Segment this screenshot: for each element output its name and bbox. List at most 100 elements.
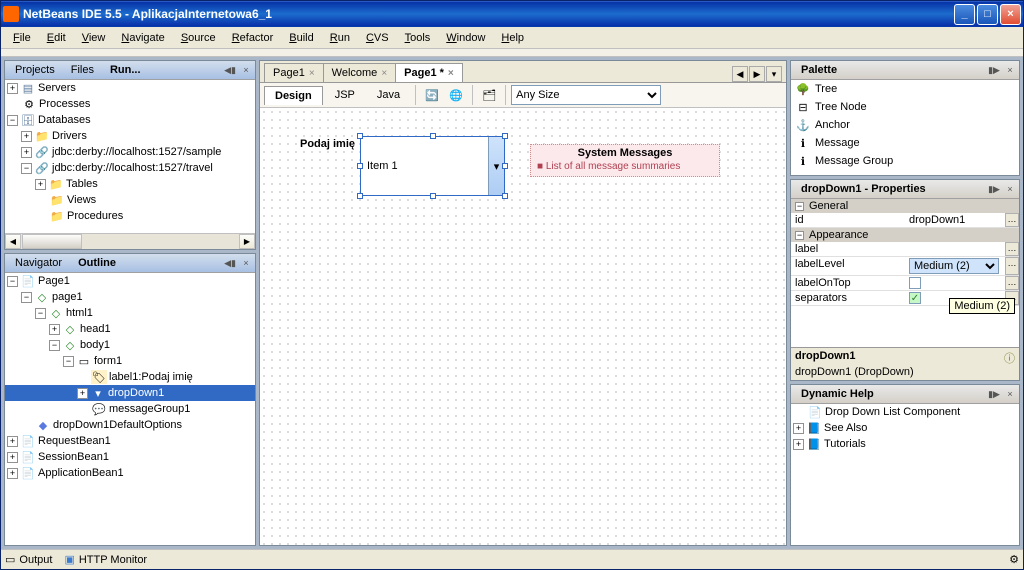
- outline-form1[interactable]: −▭form1: [5, 353, 255, 369]
- pane-dock-btn[interactable]: ▮▶: [987, 182, 1001, 196]
- tab-navigator[interactable]: Navigator: [7, 255, 70, 271]
- outline-sessionbean[interactable]: +📄SessionBean1: [5, 449, 255, 465]
- palette-list[interactable]: 🌳Tree ⊟Tree Node ⚓Anchor ℹMessage ℹMessa…: [791, 80, 1019, 175]
- resize-handle[interactable]: [430, 193, 436, 199]
- pane-dock-btn[interactable]: ▮▶: [987, 387, 1001, 401]
- resize-handle[interactable]: [357, 193, 363, 199]
- dynhelp-tree[interactable]: 📄Drop Down List Component +📘See Also +📘T…: [791, 404, 1019, 545]
- status-http-monitor[interactable]: ▣HTTP Monitor: [64, 553, 147, 566]
- menu-file[interactable]: File: [5, 30, 39, 46]
- pane-dock-btn[interactable]: ◀▮: [223, 63, 237, 77]
- props-section-appearance[interactable]: −Appearance: [791, 228, 1019, 242]
- prop-id[interactable]: id dropDown1 …: [791, 213, 1019, 228]
- tree-node-views[interactable]: 📁Views: [5, 192, 255, 208]
- preview-icon[interactable]: 🌐: [445, 84, 467, 106]
- pane-close-btn[interactable]: ×: [239, 256, 253, 270]
- labellevel-select[interactable]: Medium (2): [909, 258, 999, 274]
- canvas-label[interactable]: Podaj imię: [300, 138, 355, 150]
- refresh-icon[interactable]: 🔄: [421, 84, 443, 106]
- tab-runtime[interactable]: Run...: [102, 62, 149, 78]
- titlebar[interactable]: NetBeans IDE 5.5 - AplikacjaInternetowa6…: [1, 1, 1023, 27]
- tree-node-drivers[interactable]: +📁Drivers: [5, 128, 255, 144]
- menu-build[interactable]: Build: [281, 30, 321, 46]
- props-section-general[interactable]: −General: [791, 199, 1019, 213]
- tab-files[interactable]: Files: [63, 62, 102, 78]
- outline-tree[interactable]: −📄Page1 −◇page1 −◇html1 +◇head1 −◇body1 …: [5, 273, 255, 545]
- resize-handle[interactable]: [502, 133, 508, 139]
- subtab-jsp[interactable]: JSP: [325, 86, 365, 104]
- pane-close-btn[interactable]: ×: [1003, 182, 1017, 196]
- checkbox[interactable]: ✓: [909, 292, 921, 304]
- runtime-tree[interactable]: +▤Servers ⚙Processes −🗄Databases +📁Drive…: [5, 80, 255, 233]
- outline-dropdown1[interactable]: +▾dropDown1: [5, 385, 255, 401]
- pane-close-btn[interactable]: ×: [1003, 63, 1017, 77]
- tree-node-conn2[interactable]: −🔗jdbc:derby://localhost:1527/travel: [5, 160, 255, 176]
- menu-refactor[interactable]: Refactor: [224, 30, 282, 46]
- outline-requestbean[interactable]: +📄RequestBean1: [5, 433, 255, 449]
- resize-handle[interactable]: [357, 133, 363, 139]
- palette-treenode[interactable]: ⊟Tree Node: [791, 98, 1019, 116]
- menu-cvs[interactable]: CVS: [358, 30, 397, 46]
- tree-node-conn1[interactable]: +🔗jdbc:derby://localhost:1527/sample: [5, 144, 255, 160]
- properties-grid[interactable]: −General id dropDown1 … −Appearance labe…: [791, 199, 1019, 347]
- ellipsis-button[interactable]: …: [1005, 257, 1019, 275]
- tab-projects[interactable]: Projects: [7, 62, 63, 78]
- ellipsis-button[interactable]: …: [1005, 276, 1019, 290]
- palette-message[interactable]: ℹMessage: [791, 134, 1019, 152]
- close-icon[interactable]: ×: [309, 68, 315, 79]
- size-select[interactable]: Any Size: [511, 85, 661, 105]
- design-canvas[interactable]: Podaj imię Item 1 ▾ System Messages List…: [260, 108, 786, 545]
- dynhelp-tutorials[interactable]: +📘Tutorials: [791, 436, 1019, 452]
- dynhelp-seealso[interactable]: +📘See Also: [791, 420, 1019, 436]
- close-icon[interactable]: ×: [448, 68, 454, 79]
- resize-handle[interactable]: [357, 163, 363, 169]
- palette-tree[interactable]: 🌳Tree: [791, 80, 1019, 98]
- ellipsis-button[interactable]: …: [1005, 242, 1019, 256]
- resize-handle[interactable]: [502, 193, 508, 199]
- canvas-dropdown[interactable]: Item 1 ▾: [360, 136, 505, 196]
- subtab-design[interactable]: Design: [264, 86, 323, 105]
- tree-node-tables[interactable]: +📁Tables: [5, 176, 255, 192]
- editor-tab-page1star[interactable]: Page1 *×: [395, 63, 463, 82]
- close-button[interactable]: ×: [1000, 4, 1021, 25]
- outline-label1[interactable]: 🏷label1:Podaj imię: [5, 369, 255, 385]
- outline-head1[interactable]: +◇head1: [5, 321, 255, 337]
- pane-dock-btn[interactable]: ▮▶: [987, 63, 1001, 77]
- tree-node-processes[interactable]: ⚙Processes: [5, 96, 255, 112]
- tree-node-servers[interactable]: +▤Servers: [5, 80, 255, 96]
- projects-hscroll[interactable]: ◀▶: [5, 233, 255, 249]
- menu-navigate[interactable]: Navigate: [113, 30, 172, 46]
- virtual-forms-icon[interactable]: 🗂: [478, 84, 500, 106]
- palette-msggroup[interactable]: ℹMessage Group: [791, 152, 1019, 170]
- tab-outline[interactable]: Outline: [70, 255, 124, 271]
- editor-tab-welcome[interactable]: Welcome×: [323, 63, 397, 82]
- menu-help[interactable]: Help: [493, 30, 532, 46]
- canvas-messagegroup[interactable]: System Messages List of all message summ…: [530, 144, 720, 177]
- prop-labelontop[interactable]: labelOnTop …: [791, 276, 1019, 291]
- outline-ddopts[interactable]: ◆dropDown1DefaultOptions: [5, 417, 255, 433]
- outline-appbean[interactable]: +📄ApplicationBean1: [5, 465, 255, 481]
- menu-tools[interactable]: Tools: [397, 30, 439, 46]
- pane-close-btn[interactable]: ×: [1003, 387, 1017, 401]
- menu-window[interactable]: Window: [438, 30, 493, 46]
- tree-node-databases[interactable]: −🗄Databases: [5, 112, 255, 128]
- checkbox[interactable]: [909, 277, 921, 289]
- outline-page1[interactable]: −📄Page1: [5, 273, 255, 289]
- status-output[interactable]: ▭Output: [5, 553, 52, 566]
- outline-page1lc[interactable]: −◇page1: [5, 289, 255, 305]
- outline-html1[interactable]: −◇html1: [5, 305, 255, 321]
- tree-node-procedures[interactable]: 📁Procedures: [5, 208, 255, 224]
- minimize-button[interactable]: _: [954, 4, 975, 25]
- tab-scroll-right[interactable]: ▶: [749, 66, 765, 82]
- prop-label[interactable]: label …: [791, 242, 1019, 257]
- dynhelp-dropdown[interactable]: 📄Drop Down List Component: [791, 404, 1019, 420]
- help-icon[interactable]: ⓘ: [1004, 350, 1015, 366]
- resize-handle[interactable]: [502, 163, 508, 169]
- tab-menu-button[interactable]: ▾: [766, 66, 782, 82]
- close-icon[interactable]: ×: [381, 68, 387, 79]
- ellipsis-button[interactable]: …: [1005, 213, 1019, 227]
- subtab-java[interactable]: Java: [367, 86, 410, 104]
- tab-scroll-left[interactable]: ◀: [732, 66, 748, 82]
- maximize-button[interactable]: □: [977, 4, 998, 25]
- prop-labellevel[interactable]: labelLevel Medium (2) …: [791, 257, 1019, 276]
